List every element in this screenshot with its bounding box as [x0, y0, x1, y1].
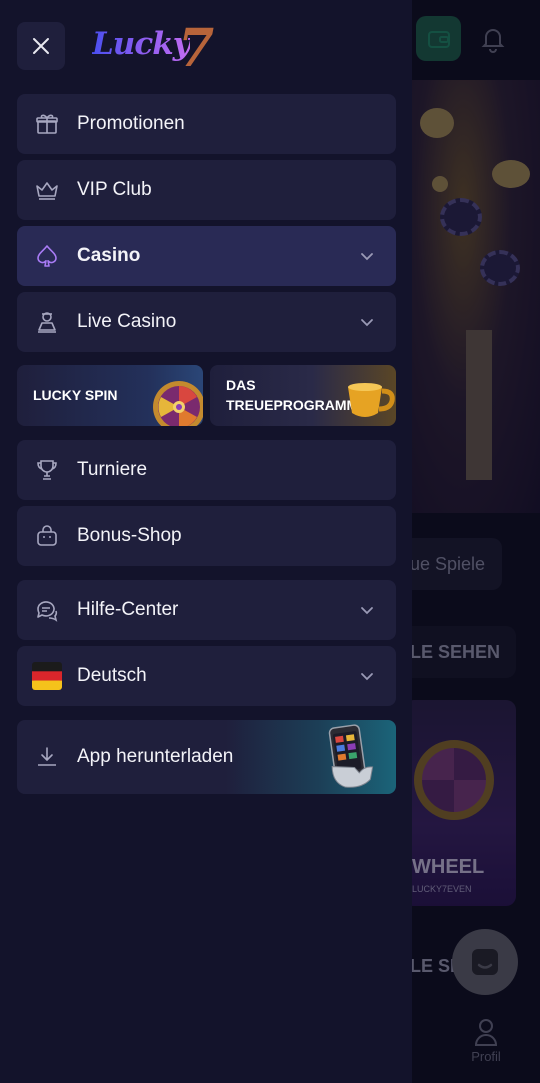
- chat-icon: [472, 949, 498, 975]
- shopping-bag-icon: [37, 525, 57, 546]
- menu-item-bonus-shop[interactable]: Bonus-Shop: [17, 506, 396, 566]
- side-drawer: Lucky 7 Promotionen VIP Club Casino Live…: [0, 0, 412, 1083]
- menu-item-help-center[interactable]: Hilfe-Center: [17, 580, 396, 640]
- close-button[interactable]: [17, 22, 65, 70]
- menu-item-live-casino[interactable]: Live Casino: [17, 292, 396, 352]
- brand-logo[interactable]: Lucky 7: [92, 18, 222, 79]
- menu-item-label: Bonus-Shop: [77, 525, 182, 546]
- chevron-down-icon[interactable]: [360, 604, 374, 618]
- menu-item-language[interactable]: Deutsch: [17, 646, 396, 706]
- gift-icon: [36, 114, 58, 134]
- menu-item-label: VIP Club: [77, 179, 152, 200]
- loyalty-label-line2: TREUEPROGRAMM: [226, 397, 359, 413]
- menu-item-label: Live Casino: [77, 311, 177, 332]
- app-download-label: App herunterladen: [77, 746, 234, 767]
- chevron-down-icon[interactable]: [360, 250, 374, 264]
- menu-item-vip-club[interactable]: VIP Club: [17, 160, 396, 220]
- logo-text: Lucky: [92, 26, 191, 62]
- loyalty-label-line1: DAS: [226, 377, 256, 393]
- menu-item-label: Hilfe-Center: [77, 599, 179, 620]
- menu-item-promotions[interactable]: Promotionen: [17, 94, 396, 154]
- trophy-icon: [37, 460, 57, 480]
- download-icon: [38, 747, 56, 766]
- phone-icon: [328, 724, 374, 788]
- lucky-spin-label: LUCKY SPIN: [33, 387, 118, 403]
- live-chat-button[interactable]: [452, 929, 518, 995]
- loyalty-program-card[interactable]: DAS TREUEPROGRAMM: [210, 365, 396, 426]
- crown-icon: [36, 182, 58, 200]
- golden-cup-icon: [348, 383, 395, 417]
- menu-item-label: Casino: [77, 245, 141, 266]
- chevron-down-icon[interactable]: [360, 316, 374, 330]
- menu-item-label: Deutsch: [77, 665, 147, 686]
- wheel-icon: [153, 381, 203, 426]
- lucky-spin-card[interactable]: LUCKY SPIN: [17, 365, 203, 426]
- loyalty-program-label: DAS TREUEPROGRAMM: [226, 375, 358, 415]
- menu-item-casino[interactable]: Casino: [17, 226, 396, 286]
- dealer-icon: [38, 312, 56, 333]
- app-download-card[interactable]: App herunterladen: [17, 720, 396, 794]
- logo-seven: 7: [178, 18, 215, 79]
- menu-item-label: Promotionen: [77, 113, 185, 134]
- menu-item-label: Turniere: [77, 459, 148, 480]
- menu-item-tournaments[interactable]: Turniere: [17, 440, 396, 500]
- chat-bubbles-icon: [37, 601, 58, 622]
- spade-icon: [37, 245, 57, 267]
- german-flag-icon: [32, 662, 62, 690]
- close-icon: [33, 38, 49, 54]
- chevron-down-icon[interactable]: [360, 670, 374, 684]
